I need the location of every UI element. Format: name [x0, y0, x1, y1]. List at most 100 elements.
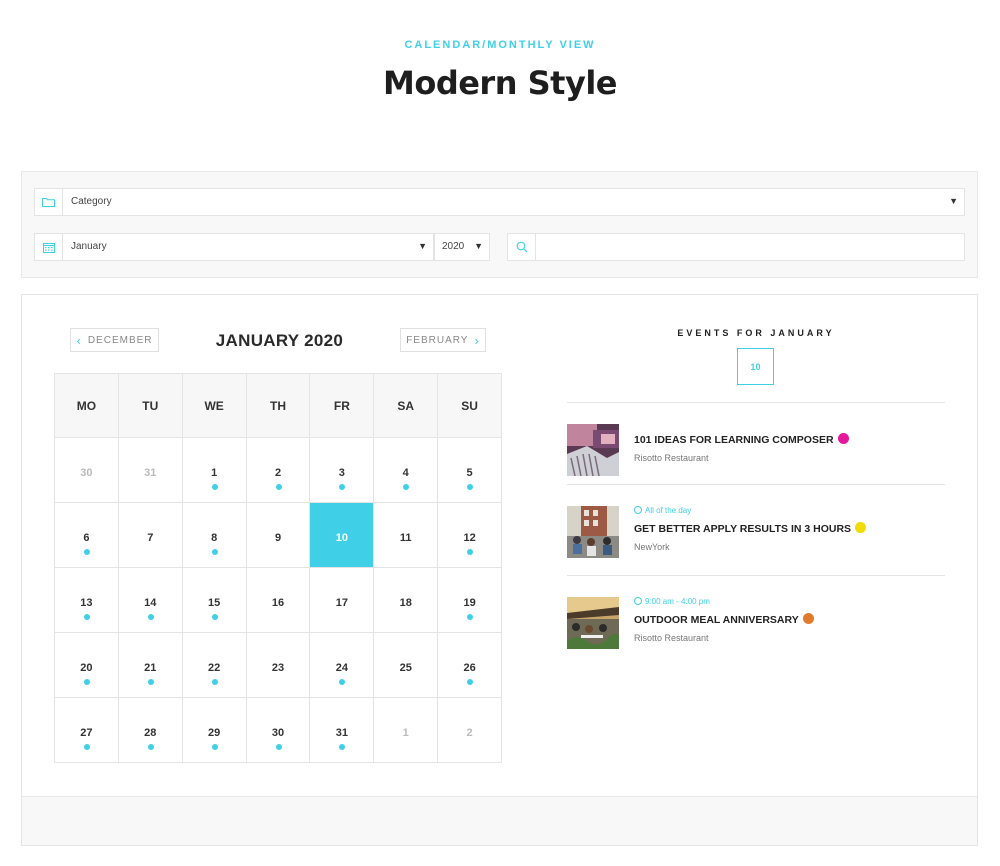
day-cell[interactable]: 17: [310, 568, 375, 633]
category-color-dot: [837, 433, 849, 444]
day-cell[interactable]: 2: [246, 438, 311, 503]
day-cell[interactable]: 1: [374, 698, 439, 763]
event-indicator-dot: [147, 744, 154, 750]
day-number: 15: [208, 597, 221, 609]
day-cell[interactable]: 4: [374, 438, 439, 503]
event-indicator-dot: [467, 484, 474, 490]
day-cell[interactable]: 31: [118, 438, 183, 503]
day-number: 9: [274, 532, 282, 544]
year-value: 2020: [442, 241, 465, 252]
chevron-right-icon: ›: [474, 332, 480, 348]
category-color-dot: [802, 613, 814, 624]
event-item[interactable]: All of the day GET BETTER APPLY RESULTS …: [567, 506, 945, 566]
day-number: 18: [399, 597, 412, 609]
day-cell[interactable]: 30: [55, 438, 119, 503]
weekday-header: TH: [246, 374, 311, 438]
chevron-left-icon: ‹: [76, 332, 82, 348]
day-number: 29: [208, 727, 221, 739]
day-number: 1: [402, 727, 409, 739]
divider: [567, 575, 945, 576]
day-cell[interactable]: 23: [246, 633, 311, 698]
month-value: January: [71, 241, 107, 252]
day-number: 11: [399, 532, 412, 544]
day-number: 17: [335, 597, 348, 609]
day-number: 4: [402, 467, 409, 479]
month-select[interactable]: January ▼: [34, 233, 434, 261]
event-location: Risotto Restaurant: [634, 453, 709, 463]
event-name: 101 IDEAS FOR LEARNING COMPOSER: [634, 433, 849, 446]
event-indicator-dot: [211, 549, 218, 555]
event-indicator-dot: [84, 679, 90, 685]
day-cell[interactable]: 11: [374, 503, 439, 568]
day-cell-selected[interactable]: 10: [310, 503, 375, 568]
day-number: 14: [144, 597, 157, 609]
event-location: NewYork: [634, 542, 670, 552]
weekday-header: SA: [374, 374, 439, 438]
day-cell[interactable]: 31: [310, 698, 375, 763]
day-cell[interactable]: 16: [246, 568, 311, 633]
week-row: 20 21 22 23 24 25 26: [55, 633, 503, 698]
chevron-down-icon: ▼: [418, 241, 427, 251]
calendar-icon: [35, 234, 63, 260]
day-cell[interactable]: 27: [55, 698, 119, 763]
day-cell[interactable]: 9: [246, 503, 311, 568]
event-item[interactable]: 101 IDEAS FOR LEARNING COMPOSER Risotto …: [567, 424, 945, 484]
search-field[interactable]: [507, 233, 965, 261]
filter-panel: Category ▼ January ▼ 2020 ▼: [21, 171, 978, 278]
category-value: Category: [71, 196, 112, 207]
day-number: 6: [83, 532, 90, 544]
day-cell[interactable]: 8: [182, 503, 247, 568]
day-number: 3: [338, 467, 345, 479]
day-cell[interactable]: 15: [182, 568, 247, 633]
day-cell[interactable]: 28: [118, 698, 183, 763]
day-cell[interactable]: 25: [374, 633, 439, 698]
day-number: 27: [80, 727, 93, 739]
day-number: 30: [80, 467, 93, 479]
day-cell[interactable]: 24: [310, 633, 375, 698]
day-cell[interactable]: 2: [438, 698, 503, 763]
divider: [567, 402, 945, 403]
event-indicator-dot: [211, 614, 218, 620]
day-cell[interactable]: 1: [182, 438, 247, 503]
day-cell[interactable]: 29: [182, 698, 247, 763]
event-indicator-dot: [84, 549, 90, 555]
next-month-button[interactable]: FEBRUARY ›: [400, 328, 486, 352]
event-indicator-dot: [467, 549, 474, 555]
prev-month-button[interactable]: ‹ DECEMBER: [70, 328, 159, 352]
day-number: 1: [211, 467, 218, 479]
day-cell[interactable]: 20: [55, 633, 119, 698]
day-number: 26: [463, 662, 476, 674]
event-item[interactable]: 9:00 am - 4:00 pm OUTDOOR MEAL ANNIVERSA…: [567, 597, 945, 657]
weekday-header: TU: [118, 374, 183, 438]
event-time-text: 9:00 am - 4:00 pm: [645, 597, 710, 606]
day-number: 2: [466, 727, 473, 739]
day-cell[interactable]: 13: [55, 568, 119, 633]
day-cell[interactable]: 26: [438, 633, 503, 698]
day-number: 21: [144, 662, 157, 674]
selected-day-badge: 10: [737, 348, 774, 385]
day-number: 31: [144, 467, 157, 479]
day-cell[interactable]: 19: [438, 568, 503, 633]
day-cell[interactable]: 3: [310, 438, 375, 503]
event-indicator-dot: [147, 614, 154, 620]
event-indicator-dot: [275, 484, 282, 490]
clock-icon: [634, 597, 642, 605]
day-cell[interactable]: 6: [55, 503, 119, 568]
event-name: OUTDOOR MEAL ANNIVERSARY: [634, 613, 814, 626]
day-cell[interactable]: 7: [118, 503, 183, 568]
day-number: 19: [463, 597, 476, 609]
clock-icon: [634, 506, 642, 514]
day-cell[interactable]: 21: [118, 633, 183, 698]
day-cell[interactable]: 30: [246, 698, 311, 763]
day-cell[interactable]: 22: [182, 633, 247, 698]
day-cell[interactable]: 12: [438, 503, 503, 568]
event-thumbnail: [567, 597, 619, 649]
year-select[interactable]: 2020 ▼: [434, 233, 490, 261]
day-cell[interactable]: 14: [118, 568, 183, 633]
day-cell[interactable]: 18: [374, 568, 439, 633]
prev-month-label: DECEMBER: [87, 334, 153, 346]
category-select[interactable]: Category ▼: [34, 188, 965, 216]
event-thumbnail: [567, 506, 619, 558]
category-color-dot: [855, 522, 867, 533]
day-cell[interactable]: 5: [438, 438, 503, 503]
